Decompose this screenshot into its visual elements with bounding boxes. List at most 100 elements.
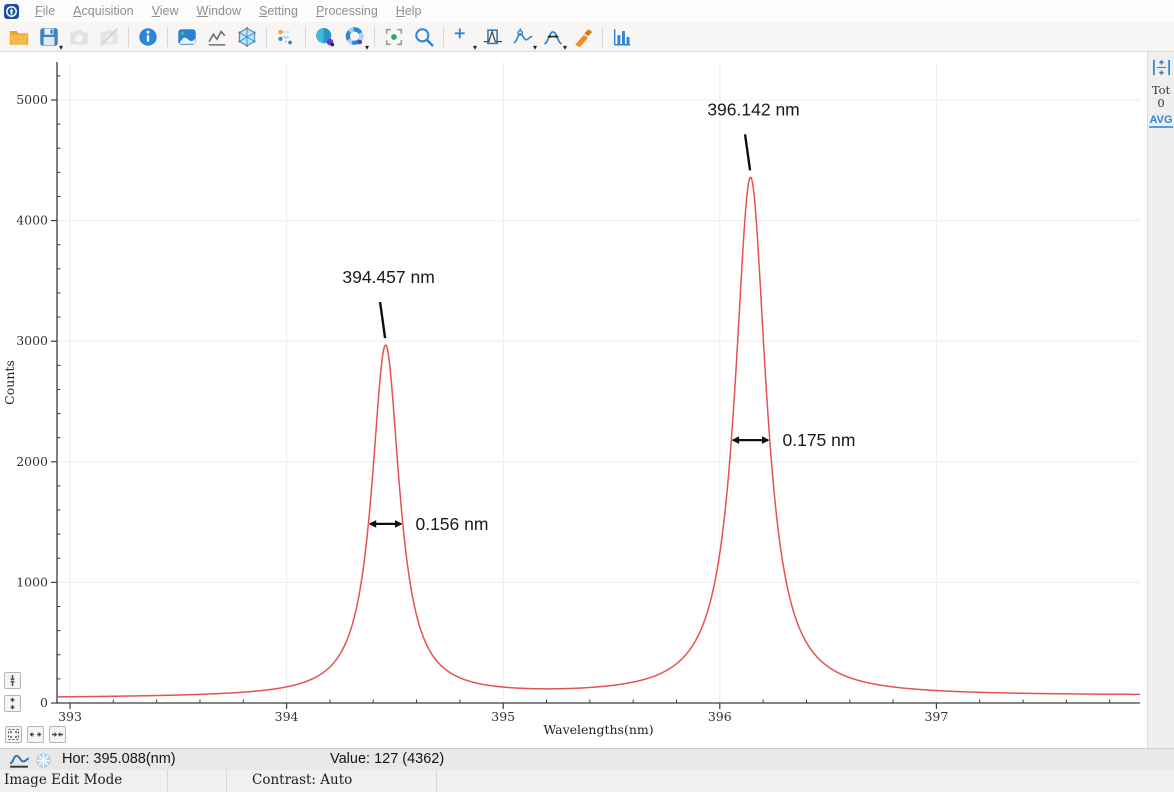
open-folder-button[interactable] bbox=[5, 24, 33, 50]
peak-width-button[interactable]: ▾ bbox=[539, 24, 567, 50]
zoom-search-icon bbox=[413, 26, 435, 48]
compress-vertical-icon bbox=[6, 674, 19, 687]
histogram-icon bbox=[611, 26, 633, 48]
camera-off-icon bbox=[98, 26, 120, 48]
empty-cell bbox=[168, 770, 227, 792]
compress-horizontal-button[interactable] bbox=[49, 726, 66, 743]
dropdown-caret-icon: ▾ bbox=[365, 44, 369, 52]
y-tick-label: 3000 bbox=[16, 333, 48, 348]
save-icon bbox=[38, 26, 60, 48]
toolbar-separator bbox=[266, 27, 267, 47]
spectrometer-app-window: FileAcquisitionViewWindowSettingProcessi… bbox=[0, 0, 1174, 792]
x-tick-label: 396 bbox=[708, 709, 732, 724]
peak-leader-line-2 bbox=[745, 134, 750, 170]
tree-view-button[interactable] bbox=[272, 24, 300, 50]
image-view-button[interactable] bbox=[173, 24, 201, 50]
sweep-brush-button[interactable] bbox=[569, 24, 597, 50]
open-folder-icon bbox=[8, 26, 30, 48]
spectrum-curve bbox=[57, 177, 1140, 697]
dropdown-caret-icon: ▾ bbox=[473, 44, 477, 52]
x-axis-title: Wavelengths(nm) bbox=[543, 722, 653, 737]
histogram-button[interactable] bbox=[608, 24, 636, 50]
y-axis-title: Counts bbox=[2, 360, 17, 405]
camera-icon bbox=[68, 26, 90, 48]
compress-horizontal-icon bbox=[51, 728, 64, 741]
line-plot-icon bbox=[206, 26, 228, 48]
toolbar-separator bbox=[602, 27, 603, 47]
sphere-tool-icon bbox=[314, 26, 336, 48]
x-tick-label: 395 bbox=[491, 709, 515, 724]
toolbar-separator bbox=[128, 27, 129, 47]
zoom-search-button[interactable] bbox=[410, 24, 438, 50]
camera-off-button bbox=[95, 24, 123, 50]
edit-mode-label: Image Edit Mode bbox=[0, 770, 168, 792]
sweep-brush-icon bbox=[572, 26, 594, 48]
app-logo-icon bbox=[4, 4, 19, 19]
acquisition-side-panel: Tot 0 AVG bbox=[1147, 52, 1174, 748]
tree-view-icon bbox=[275, 26, 297, 48]
toolbar-separator bbox=[443, 27, 444, 47]
avg-link[interactable]: AVG bbox=[1149, 114, 1172, 128]
menu-item-processing[interactable]: Processing bbox=[307, 4, 387, 18]
peak-search-icon bbox=[512, 26, 534, 48]
toolbar-separator bbox=[305, 27, 306, 47]
expand-horizontal-icon bbox=[29, 728, 42, 741]
image-view-icon bbox=[176, 26, 198, 48]
sphere-tool-button[interactable] bbox=[311, 24, 339, 50]
compress-vertical-button[interactable] bbox=[4, 672, 21, 689]
menu-item-setting[interactable]: Setting bbox=[250, 4, 307, 18]
x-tick-label: 393 bbox=[58, 709, 82, 724]
ring-tool-button[interactable]: ▾ bbox=[341, 24, 369, 50]
x-tick-label: 397 bbox=[924, 709, 948, 724]
menu-item-view[interactable]: View bbox=[143, 4, 188, 18]
spectrum-chart[interactable]: 393394395396397010002000300040005000Wave… bbox=[0, 52, 1147, 748]
status-bar: Hor: 395.088(nm) Value: 127 (4362) bbox=[0, 748, 1174, 770]
peak-label-2: 396.142 nm bbox=[707, 99, 799, 119]
y-tick-label: 2000 bbox=[16, 454, 48, 469]
menu-bar: FileAcquisitionViewWindowSettingProcessi… bbox=[0, 0, 1174, 22]
expand-vertical-icon bbox=[6, 697, 19, 710]
line-plot-button[interactable] bbox=[203, 24, 231, 50]
ring-tool-icon bbox=[344, 26, 366, 48]
focus-target-button[interactable] bbox=[380, 24, 408, 50]
toolbar: ▾ ▾ ▾ ▾ ▾ bbox=[0, 22, 1174, 52]
peak-search-button[interactable]: ▾ bbox=[509, 24, 537, 50]
axes bbox=[57, 62, 1140, 703]
fit-view-button[interactable] bbox=[5, 726, 22, 743]
add-cursor-icon bbox=[452, 26, 474, 48]
focus-target-icon bbox=[383, 26, 405, 48]
dropdown-caret-icon: ▾ bbox=[563, 44, 567, 52]
y-tick-label: 1000 bbox=[16, 574, 48, 589]
total-value: 0 bbox=[1148, 97, 1174, 110]
fit-view-icon bbox=[7, 728, 20, 741]
menu-item-window[interactable]: Window bbox=[188, 4, 250, 18]
horizontal-readout: Hor: 395.088(nm) bbox=[62, 749, 176, 770]
y-tick-label: 4000 bbox=[16, 213, 48, 228]
value-readout: Value: 127 (4362) bbox=[330, 749, 444, 770]
peak-region-button[interactable] bbox=[479, 24, 507, 50]
camera-button bbox=[65, 24, 93, 50]
chart-area: 393394395396397010002000300040005000Wave… bbox=[0, 52, 1147, 748]
x-tick-label: 394 bbox=[275, 709, 299, 724]
cube-3d-button[interactable] bbox=[233, 24, 261, 50]
menu-item-acquisition[interactable]: Acquisition bbox=[64, 4, 142, 18]
peak-leader-line-1 bbox=[380, 302, 385, 338]
mode-bar: Image Edit Mode Contrast: Auto bbox=[0, 770, 1174, 792]
menu-item-help[interactable]: Help bbox=[387, 4, 431, 18]
expand-vertical-button[interactable] bbox=[4, 695, 21, 712]
save-button[interactable]: ▾ bbox=[35, 24, 63, 50]
info-button[interactable] bbox=[134, 24, 162, 50]
toolbar-separator bbox=[167, 27, 168, 47]
expand-vertical-range-button[interactable] bbox=[1151, 58, 1172, 77]
info-icon bbox=[137, 26, 159, 48]
toolbar-separator bbox=[374, 27, 375, 47]
add-cursor-button[interactable]: ▾ bbox=[449, 24, 477, 50]
peak-width-icon bbox=[542, 26, 564, 48]
cube-3d-icon bbox=[236, 26, 258, 48]
expand-horizontal-button[interactable] bbox=[27, 726, 44, 743]
dropdown-caret-icon: ▾ bbox=[533, 44, 537, 52]
y-tick-label: 0 bbox=[40, 695, 48, 710]
contrast-label: Contrast: Auto bbox=[227, 770, 437, 792]
menu-item-file[interactable]: File bbox=[26, 4, 64, 18]
dropdown-caret-icon: ▾ bbox=[59, 44, 63, 52]
